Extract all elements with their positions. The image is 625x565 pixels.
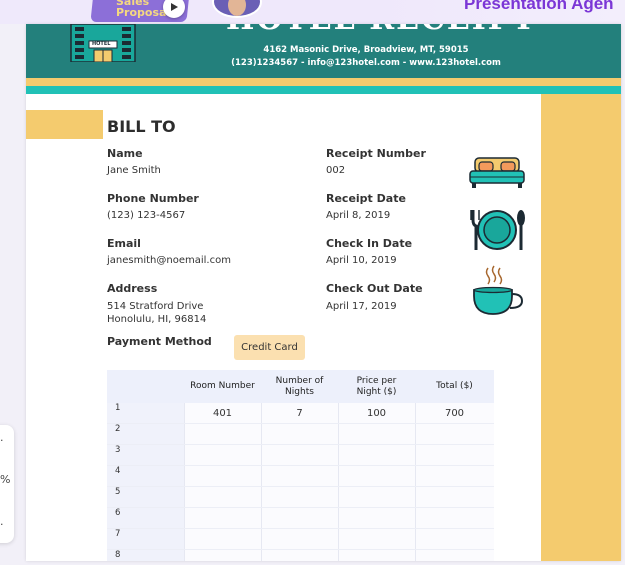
cell-room-number[interactable]: [184, 445, 261, 466]
name-label: Name: [107, 147, 143, 160]
table-row[interactable]: 8: [107, 550, 494, 561]
email-value: janesmith@noemail.com: [107, 255, 231, 266]
cell-room-number[interactable]: [184, 550, 261, 561]
table-row[interactable]: 6: [107, 508, 494, 529]
header-stripe-teal: [26, 86, 621, 94]
cell-total[interactable]: [415, 550, 494, 561]
cell-nights[interactable]: 7: [261, 403, 338, 424]
table-row[interactable]: 7: [107, 529, 494, 550]
cell-total[interactable]: [415, 466, 494, 487]
cell-price[interactable]: [338, 424, 415, 445]
column-header-nights: Number of Nights: [275, 375, 324, 397]
cell-total[interactable]: [415, 487, 494, 508]
receipt-document: HOTEL RECEIPT HOTEL 4162 Masonic Drive, …: [26, 24, 621, 561]
row-index: 2: [115, 424, 121, 434]
row-index: 3: [115, 445, 121, 455]
cell-price[interactable]: [338, 445, 415, 466]
header-stripe-yellow: [26, 78, 621, 86]
cell-price[interactable]: [338, 487, 415, 508]
side-tool-item[interactable]: %: [0, 473, 10, 486]
bed-icon: [469, 157, 525, 188]
cell-room-number[interactable]: [184, 466, 261, 487]
phone-label: Phone Number: [107, 192, 199, 205]
coffee-cup-icon: [473, 265, 524, 315]
top-banner: Sales Proposal Presentation Agen: [0, 0, 625, 24]
payment-method-badge: Credit Card: [234, 335, 305, 360]
row-index: 7: [115, 529, 121, 539]
cell-room-number[interactable]: [184, 487, 261, 508]
cell-nights[interactable]: [261, 529, 338, 550]
column-header-room-number: Room Number: [190, 381, 255, 391]
receipt-date-value: April 8, 2019: [326, 210, 391, 221]
checkout-label: Check Out Date: [326, 282, 423, 295]
cell-price[interactable]: [338, 529, 415, 550]
row-index: 8: [115, 550, 121, 560]
address-line2: Honolulu, HI, 96814: [107, 314, 207, 325]
cell-room-number[interactable]: [184, 508, 261, 529]
bill-to-heading: BILL TO: [107, 117, 176, 136]
cell-room-number[interactable]: [184, 529, 261, 550]
row-index: 4: [115, 466, 121, 476]
cell-price[interactable]: [338, 508, 415, 529]
cell-price[interactable]: 100: [338, 403, 415, 424]
cell-total[interactable]: [415, 529, 494, 550]
cell-room-number[interactable]: [184, 424, 261, 445]
cell-nights[interactable]: [261, 466, 338, 487]
plate-cutlery-icon: [470, 210, 525, 250]
row-index: 6: [115, 508, 121, 518]
receipt-number-value: 002: [326, 165, 346, 176]
phone-value: (123) 123-4567: [107, 210, 186, 221]
table-header: Room Number Number of Nights Price per N…: [107, 370, 494, 403]
cell-nights[interactable]: [261, 487, 338, 508]
table-row[interactable]: 2: [107, 424, 494, 445]
column-header-total: Total ($): [436, 381, 473, 391]
address-label: Address: [107, 282, 158, 295]
table-row[interactable]: 5: [107, 487, 494, 508]
table-row[interactable]: 4: [107, 466, 494, 487]
side-tool-item[interactable]: .: [0, 431, 4, 444]
receipt-number-label: Receipt Number: [326, 147, 426, 160]
sales-proposal-thumbnail-text: Sales Proposal: [116, 0, 171, 19]
cell-total[interactable]: [415, 424, 494, 445]
bill-to-accent: [26, 110, 103, 139]
side-tool-panel[interactable]: . % .: [0, 425, 14, 543]
cell-price[interactable]: [338, 550, 415, 561]
table-row[interactable]: 1 401 7 100 700: [107, 403, 494, 424]
cell-nights[interactable]: [261, 508, 338, 529]
payment-method-label: Payment Method: [107, 335, 212, 348]
cell-total[interactable]: [415, 445, 494, 466]
promo-title[interactable]: Presentation Agen: [464, 0, 614, 14]
cell-total[interactable]: [415, 508, 494, 529]
column-header-price: Price per Night ($): [356, 375, 397, 397]
cell-total[interactable]: 700: [415, 403, 494, 424]
cell-nights[interactable]: [261, 424, 338, 445]
hotel-address: 4162 Masonic Drive, Broadview, MT, 59015: [263, 45, 469, 55]
receipt-date-label: Receipt Date: [326, 192, 406, 205]
row-index: 1: [115, 403, 121, 413]
row-index: 5: [115, 487, 121, 497]
checkin-value: April 10, 2019: [326, 255, 397, 266]
cell-price[interactable]: [338, 466, 415, 487]
checkin-label: Check In Date: [326, 237, 413, 250]
avatar: [212, 0, 262, 18]
name-value: Jane Smith: [107, 165, 161, 176]
side-tool-item[interactable]: .: [0, 515, 4, 528]
address-line1: 514 Stratford Drive: [107, 301, 204, 312]
cell-room-number[interactable]: 401: [184, 403, 261, 424]
checkout-value: April 17, 2019: [326, 301, 397, 312]
email-label: Email: [107, 237, 141, 250]
cell-nights[interactable]: [261, 445, 338, 466]
cell-nights[interactable]: [261, 550, 338, 561]
table-row[interactable]: 3: [107, 445, 494, 466]
right-accent-bar: [541, 94, 621, 561]
receipt-title: HOTEL RECEIPT: [226, 24, 537, 37]
hotel-contact: (123)1234567 - info@123hotel.com - www.1…: [231, 58, 501, 68]
